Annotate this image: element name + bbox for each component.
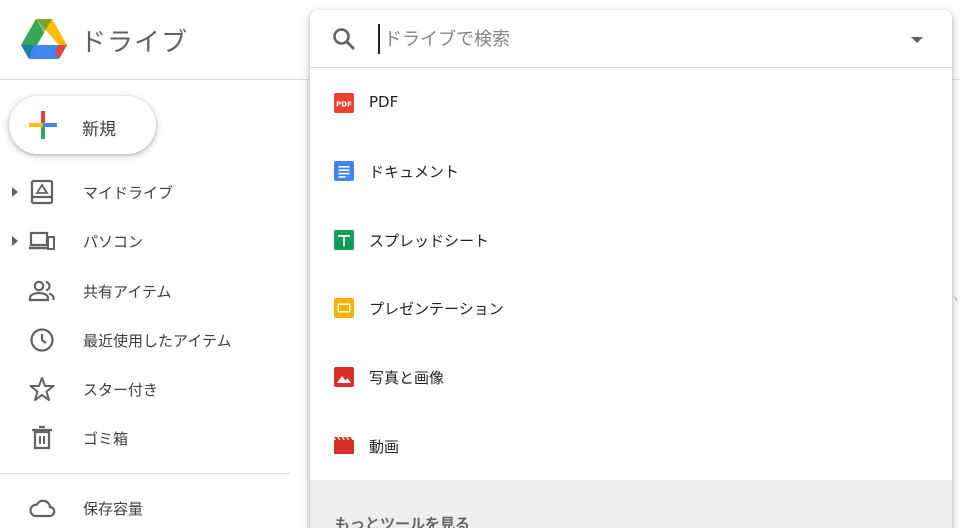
cloud-icon (29, 499, 56, 518)
search-icon[interactable] (330, 25, 358, 53)
search-input[interactable] (378, 24, 878, 54)
search-type-images[interactable]: 写真と画像 (310, 347, 952, 407)
search-type-pdf[interactable]: PDF PDF (310, 73, 952, 133)
expand-arrow-icon[interactable] (10, 186, 20, 198)
more-tools-label: もっとツールを見る (335, 515, 471, 528)
sidebar-item-label: ゴミ箱 (83, 430, 129, 448)
sidebar-item-trash[interactable]: ゴミ箱 (0, 416, 290, 460)
app-title: ドライブ (80, 28, 189, 58)
content-divider (307, 80, 308, 528)
search-dropdown: PDF PDF ドキュメント スプレッドシート プレゼンテーション (310, 10, 952, 528)
shared-people-icon (28, 280, 55, 302)
star-icon (29, 377, 55, 401)
sidebar-divider (0, 473, 290, 474)
search-type-label: 写真と画像 (369, 369, 445, 387)
search-type-label: 動画 (369, 438, 400, 456)
sidebar-item-label: 共有アイテム (83, 283, 172, 301)
search-type-slides[interactable]: プレゼンテーション (310, 278, 952, 338)
plus-multicolor-icon (29, 111, 57, 139)
new-button[interactable]: 新規 (9, 96, 156, 154)
video-icon (334, 437, 354, 454)
sidebar-item-starred[interactable]: スター付き (0, 367, 290, 411)
clock-icon (30, 328, 54, 352)
more-tools-button[interactable]: もっとツールを見る (310, 480, 952, 528)
my-drive-icon (30, 179, 54, 205)
arrow-drop-down-icon[interactable] (905, 28, 929, 52)
google-drive-logo[interactable] (20, 17, 68, 61)
search-type-docs[interactable]: ドキュメント (310, 141, 952, 201)
sidebar-item-my-drive[interactable]: マイドライブ (0, 170, 290, 214)
sidebar-item-computers[interactable]: パソコン (0, 219, 290, 263)
search-type-videos[interactable]: 動画 (310, 416, 952, 476)
new-button-label: 新規 (82, 120, 116, 140)
search-bar (310, 10, 952, 68)
search-type-label: ドキュメント (369, 163, 460, 181)
search-type-label: スプレッドシート (369, 232, 490, 250)
sheets-icon (334, 230, 354, 250)
slides-icon (334, 298, 354, 318)
search-type-sheets[interactable]: スプレッドシート (310, 210, 952, 270)
sidebar-item-label: スター付き (83, 381, 159, 399)
search-type-label: PDF (369, 93, 399, 111)
search-type-label: プレゼンテーション (369, 300, 504, 318)
sidebar-item-label: マイドライブ (83, 184, 174, 202)
image-icon (334, 367, 354, 387)
sidebar-item-shared[interactable]: 共有アイテム (0, 269, 290, 313)
truncated-content-mark (954, 296, 958, 302)
sidebar-item-label: 最近使用したアイテム (83, 332, 232, 350)
sidebar-item-label: 保存容量 (83, 500, 144, 518)
sidebar-item-label: パソコン (83, 233, 144, 251)
sidebar-item-recent[interactable]: 最近使用したアイテム (0, 318, 290, 362)
pdf-icon: PDF (334, 93, 354, 113)
svg-text:PDF: PDF (336, 101, 352, 109)
docs-icon (334, 161, 354, 181)
computers-icon (29, 231, 55, 250)
sidebar-item-storage[interactable]: 保存容量 (0, 486, 290, 528)
expand-arrow-icon[interactable] (10, 235, 20, 247)
trash-icon (32, 425, 52, 450)
